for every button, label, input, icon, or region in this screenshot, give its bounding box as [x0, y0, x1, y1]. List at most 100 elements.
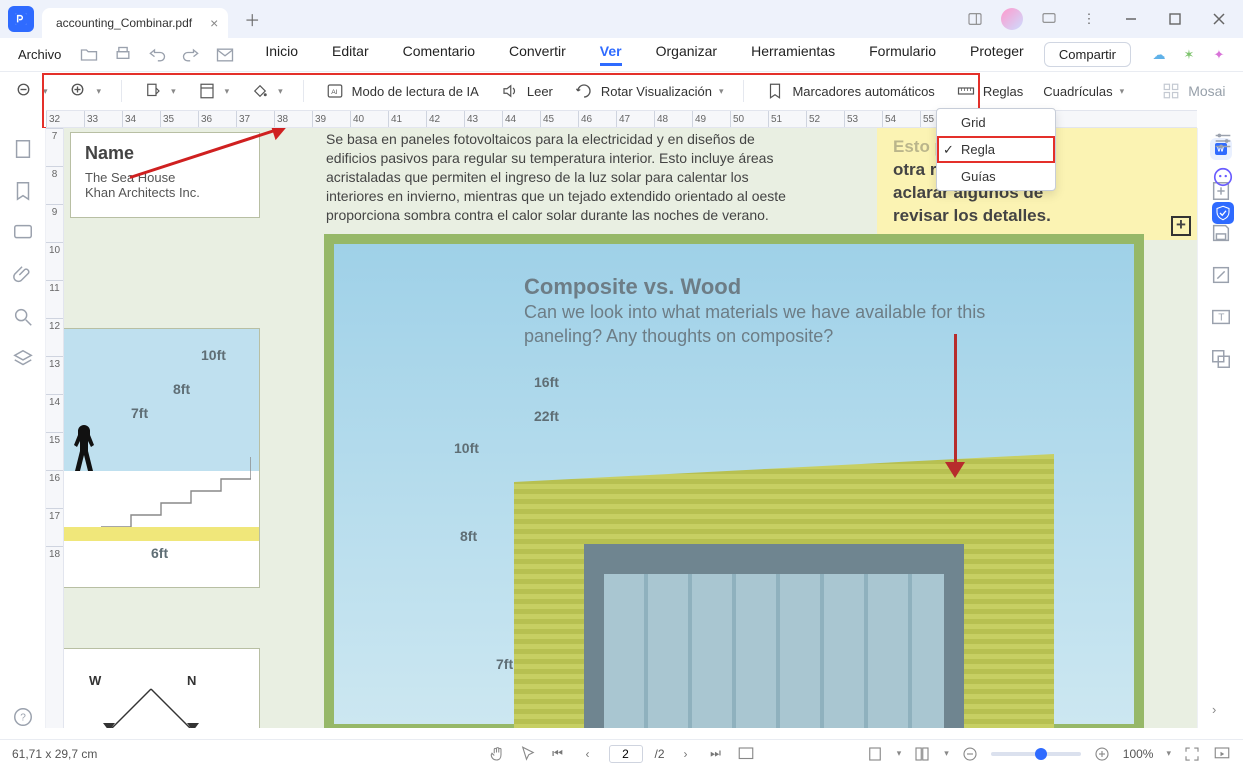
star-burst-icon[interactable]: ✶: [1179, 45, 1199, 65]
menu-comentario[interactable]: Comentario: [403, 43, 475, 66]
new-tab-button[interactable]: ＋: [236, 5, 268, 33]
zoom-slider[interactable]: [991, 752, 1081, 756]
minimize-button[interactable]: [1115, 7, 1147, 31]
bp-dim-16: 16ft: [534, 374, 559, 390]
ruler-tick-v: 9: [46, 204, 63, 242]
zoom-in-icon: [68, 80, 90, 102]
more-icon[interactable]: ⋮: [1075, 7, 1103, 31]
page-layout-button[interactable]: ▾: [196, 80, 230, 102]
ruler-tick: 54: [882, 111, 920, 127]
open-icon[interactable]: [79, 45, 99, 65]
bookmarks-panel-icon[interactable]: [12, 180, 34, 202]
zoom-out-sb-icon[interactable]: [961, 745, 979, 763]
redo-icon[interactable]: [181, 45, 201, 65]
help-icon[interactable]: ?: [12, 706, 34, 728]
single-page-sb-icon[interactable]: [913, 745, 931, 763]
mosaic-button[interactable]: Mosai: [1160, 80, 1225, 102]
print-icon[interactable]: [113, 45, 133, 65]
document-canvas[interactable]: Name The Sea House Khan Architects Inc. …: [64, 128, 1197, 728]
search-panel-icon[interactable]: [12, 306, 34, 328]
ruler-tick-v: 7: [46, 128, 63, 166]
dropdown-option-grid[interactable]: Grid: [937, 109, 1055, 136]
view-toolbar: ▾ ▾ ▾ ▾ ▾ AIModo de lectura de IA Leer R…: [0, 72, 1243, 110]
read-label: Leer: [527, 84, 553, 99]
zoom-out-icon: [14, 80, 36, 102]
page-number-input[interactable]: [608, 745, 642, 763]
vertical-ruler: 789101112131415161718: [46, 128, 64, 728]
fullscreen-icon[interactable]: [1183, 745, 1201, 763]
zoom-level: 100%: [1123, 747, 1154, 761]
rulers-button[interactable]: Reglas: [955, 80, 1023, 102]
menu-formulario[interactable]: Formulario: [869, 43, 936, 66]
quick-access-row: [79, 45, 235, 65]
blueprint-title: Composite vs. Wood: [524, 274, 1104, 300]
auto-bookmarks-button[interactable]: Marcadores automáticos: [764, 80, 934, 102]
bp-dim-10: 10ft: [454, 440, 479, 456]
ruler-tick: 34: [122, 111, 160, 127]
fit-width-sb-icon[interactable]: [866, 745, 884, 763]
app-logo: [8, 6, 34, 32]
zoom-in-sb-icon[interactable]: [1093, 745, 1111, 763]
chat-icon[interactable]: [1035, 7, 1063, 31]
svg-text:AI: AI: [331, 89, 338, 96]
prev-page-icon[interactable]: ‹: [578, 745, 596, 763]
collapse-right-icon[interactable]: ›: [1212, 702, 1234, 724]
layers-icon[interactable]: [12, 348, 34, 370]
ruler-tick-v: 8: [46, 166, 63, 204]
undo-icon[interactable]: [147, 45, 167, 65]
dropdown-option-regla[interactable]: Regla: [937, 136, 1055, 163]
ai-read-mode-button[interactable]: AIModo de lectura de IA: [324, 80, 479, 102]
edit-page-icon[interactable]: [1210, 264, 1232, 286]
mail-icon[interactable]: [215, 45, 235, 65]
share-button[interactable]: Compartir: [1044, 42, 1131, 67]
first-page-icon[interactable]: ⏮: [548, 745, 566, 763]
user-avatar[interactable]: [1001, 8, 1023, 30]
window-layout-icon[interactable]: [961, 7, 989, 31]
dropdown-grid-label: Grid: [961, 115, 986, 130]
thumbnails-icon[interactable]: [12, 138, 34, 160]
sparkle-icon[interactable]: ✦: [1209, 45, 1229, 65]
rotate-view-button[interactable]: Rotar Visualización▾: [573, 80, 724, 102]
comments-icon[interactable]: [12, 222, 34, 244]
menu-organizar[interactable]: Organizar: [656, 43, 717, 66]
ai-chat-icon[interactable]: [1212, 166, 1234, 188]
maximize-button[interactable]: [1159, 7, 1191, 31]
elevation-sketch: 10ft 8ft 7ft 6ft: [64, 328, 260, 588]
text-box-icon[interactable]: T: [1210, 306, 1232, 328]
reading-mode-icon[interactable]: [737, 745, 755, 763]
close-tab-icon[interactable]: ×: [210, 15, 218, 31]
menu-archivo[interactable]: Archivo: [14, 43, 65, 66]
attachments-icon[interactable]: [12, 264, 34, 286]
next-page-icon[interactable]: ›: [677, 745, 695, 763]
background-button[interactable]: ▾: [249, 80, 283, 102]
zoom-in-button[interactable]: ▾: [68, 80, 102, 102]
main-menu: Inicio Editar Comentario Convertir Ver O…: [265, 43, 1023, 66]
close-window-button[interactable]: [1203, 7, 1235, 31]
document-tab[interactable]: accounting_Combinar.pdf ×: [42, 8, 228, 38]
svg-text:T: T: [1218, 313, 1224, 324]
ruler-tick: 38: [274, 111, 312, 127]
menu-ver[interactable]: Ver: [600, 43, 622, 66]
cloud-icon[interactable]: ☁: [1149, 45, 1169, 65]
protect-shield-icon[interactable]: [1212, 202, 1234, 224]
grids-button[interactable]: Cuadrículas▾: [1043, 84, 1124, 99]
last-page-icon[interactable]: ⏭: [707, 745, 725, 763]
menu-inicio[interactable]: Inicio: [265, 43, 298, 66]
mosaic-icon: [1160, 80, 1182, 102]
menu-editar[interactable]: Editar: [332, 43, 369, 66]
properties-sliders-icon[interactable]: [1212, 130, 1234, 152]
statusbar: 61,71 x 29,7 cm ⏮ ‹ /2 › ⏭ ▾ ▾ 100%▾: [0, 739, 1243, 767]
note-expand-icon[interactable]: +: [1171, 216, 1191, 236]
read-aloud-button[interactable]: Leer: [499, 80, 553, 102]
zoom-out-button[interactable]: ▾: [14, 80, 48, 102]
select-tool-icon[interactable]: [518, 745, 536, 763]
fit-page-button[interactable]: ▾: [142, 80, 176, 102]
menu-herramientas[interactable]: Herramientas: [751, 43, 835, 66]
hand-tool-icon[interactable]: [488, 745, 506, 763]
menu-proteger[interactable]: Proteger: [970, 43, 1024, 66]
menu-convertir[interactable]: Convertir: [509, 43, 566, 66]
dropdown-option-guias[interactable]: Guías: [937, 163, 1055, 190]
presentation-icon[interactable]: [1213, 745, 1231, 763]
save-page-icon[interactable]: [1210, 222, 1232, 244]
image-tool-icon[interactable]: [1210, 348, 1232, 370]
